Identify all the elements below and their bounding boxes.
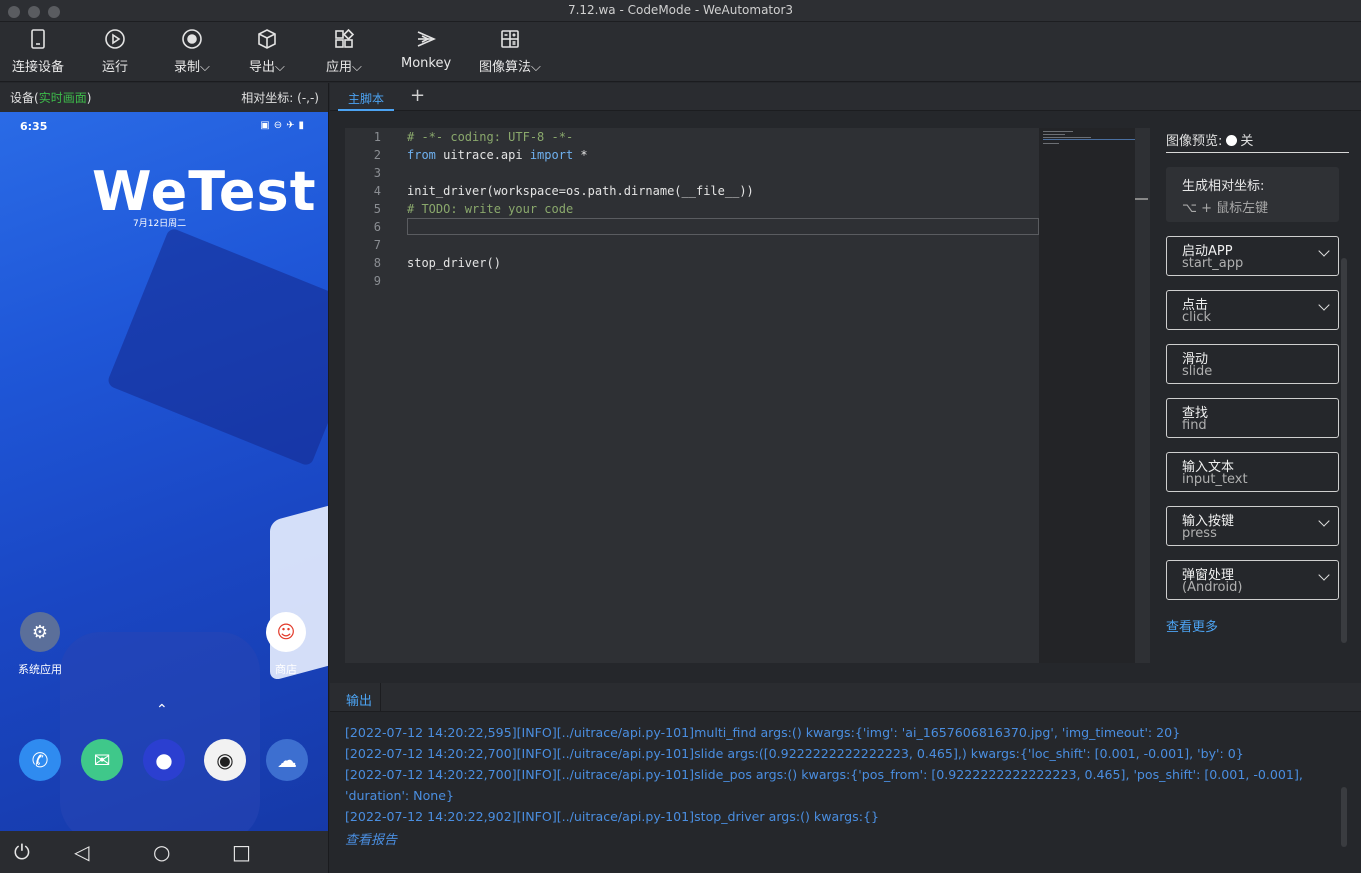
slide-button[interactable]: 滑动 slide <box>1166 344 1339 384</box>
main-toolbar: 连接设备 运行 录制⌵ 导出⌵ 应用⌵ Monkey 图像算法⌵ <box>0 22 1361 82</box>
chevron-down-icon[interactable] <box>1318 245 1330 257</box>
phone-status-time: 6:35 <box>20 120 48 133</box>
monkey-label: Monkey <box>401 56 452 71</box>
apply-label: 应用⌵ <box>326 60 362 75</box>
power-icon[interactable]: ⏻ <box>14 840 30 864</box>
log-line: [2022-07-12 14:20:22,595][INFO][../uitra… <box>345 725 1181 740</box>
popup-handling-button[interactable]: 弹窗处理 (Android) <box>1166 560 1339 600</box>
relative-coord-hint: 生成相对坐标: ⌥ + 鼠标左键 <box>1166 167 1339 222</box>
view-more-link[interactable]: 查看更多 <box>1166 616 1218 635</box>
store-label: 商店 <box>275 663 297 676</box>
device-screen[interactable]: 6:35 ▣⊖✈▮ WeTest 7月12日周二 ⚙ 系统应用 ☺ 商店 ⌃ ✆… <box>0 112 328 831</box>
run-label: 运行 <box>102 60 129 75</box>
back-icon[interactable]: ◁ <box>74 840 89 864</box>
device-icon <box>31 29 45 49</box>
recents-icon[interactable]: □ <box>232 840 251 864</box>
image-algorithm-button[interactable]: 图像算法⌵ <box>479 28 541 78</box>
apply-button[interactable]: 应用⌵ <box>326 28 362 78</box>
chevron-down-icon[interactable] <box>1318 515 1330 527</box>
log-line: 'duration': None} <box>345 788 455 803</box>
wetest-logo: WeTest <box>92 160 317 223</box>
messages-app-icon[interactable]: ✉ <box>81 739 123 781</box>
play-icon <box>105 29 125 49</box>
wallpaper-shape <box>60 632 260 831</box>
record-button[interactable]: 录制⌵ <box>174 28 210 78</box>
image-preview-toggle[interactable]: 图像预览: 关 <box>1166 130 1253 149</box>
editor-scrollbar[interactable] <box>1135 128 1150 663</box>
monkey-button[interactable]: Monkey <box>401 28 451 78</box>
start-app-button[interactable]: 启动APP start_app <box>1166 236 1339 276</box>
connect-device-label: 连接设备 <box>12 60 65 75</box>
code-line: # TODO: write your code <box>407 202 574 216</box>
log-line: [2022-07-12 14:20:22,902][INFO][../uitra… <box>345 809 880 824</box>
code-line: # -*- coding: UTF-8 -*- <box>407 130 574 144</box>
output-tab-bar: 输出 <box>330 683 1361 712</box>
toggle-icon <box>1226 135 1238 146</box>
run-button[interactable]: 运行 <box>102 28 128 78</box>
input-text-button[interactable]: 输入文本 input_text <box>1166 452 1339 492</box>
add-tab-button[interactable]: + <box>410 85 425 106</box>
browser-app-icon[interactable]: ● <box>143 739 185 781</box>
output-scrollbar[interactable] <box>1341 787 1347 847</box>
click-button[interactable]: 点击 click <box>1166 290 1339 330</box>
api-panel: 图像预览: 关 生成相对坐标: ⌥ + 鼠标左键 启动APP start_app 点… <box>1160 112 1361 682</box>
connect-device-button[interactable]: 连接设备 <box>12 28 64 78</box>
code-line: stop_driver() <box>407 256 501 270</box>
image-algorithm-label: 图像算法⌵ <box>479 60 541 75</box>
home-icon[interactable]: ○ <box>153 840 170 864</box>
code-line: from uitrace.api import * <box>407 148 588 162</box>
live-view-label: 实时画面 <box>38 91 87 105</box>
coord-hint-title: 生成相对坐标: <box>1182 179 1265 194</box>
press-button[interactable]: 输入按键 press <box>1166 506 1339 546</box>
phone-date: 7月12日周二 <box>133 219 187 229</box>
tab-output[interactable]: 输出 <box>338 683 382 712</box>
chevron-down-icon[interactable] <box>1318 299 1330 311</box>
log-line: [2022-07-12 14:20:22,700][INFO][../uitra… <box>345 767 1303 782</box>
code-content[interactable]: # -*- coding: UTF-8 -*- from uitrace.api… <box>407 128 1039 290</box>
find-button[interactable]: 查找 find <box>1166 398 1339 438</box>
title-bar: 7.12.wa - CodeMode - WeAutomator3 <box>0 0 1361 22</box>
system-apps-folder-icon[interactable]: ⚙ <box>20 612 60 652</box>
divider <box>1166 152 1349 153</box>
phone-app-icon[interactable]: ✆ <box>19 739 61 781</box>
box-icon <box>258 29 276 49</box>
relative-coords-readout: 相对坐标: (-,-) <box>241 91 319 105</box>
device-panel: 设备(实时画面) 相对坐标: (-,-) 6:35 ▣⊖✈▮ WeTest 7月… <box>0 83 329 873</box>
export-label: 导出⌵ <box>249 60 285 75</box>
monkey-icon <box>417 31 437 47</box>
phone-status-icons: ▣⊖✈▮ <box>260 120 308 131</box>
line-number-gutter: 1 2 3 4 5 6 7 8 9 <box>373 130 381 288</box>
device-nav-bar: ⏻ ◁ ○ □ <box>0 831 328 873</box>
api-panel-scrollbar[interactable] <box>1341 258 1347 643</box>
wallpaper-shape <box>270 502 328 682</box>
tab-main-script[interactable]: 主脚本 <box>338 83 395 111</box>
code-editor[interactable]: 1 2 3 4 5 6 7 8 9 # -*- coding: UTF-8 -*… <box>345 128 1150 663</box>
export-button[interactable]: 导出⌵ <box>249 28 285 78</box>
calculator-icon <box>501 30 519 48</box>
wallpaper-shape <box>106 226 328 468</box>
log-line: [2022-07-12 14:20:22,700][INFO][../uitra… <box>345 746 1244 761</box>
code-minimap[interactable] <box>1039 128 1135 663</box>
device-header: 设备(实时画面) 相对坐标: (-,-) <box>0 83 329 111</box>
device-label: 设备(实时画面) <box>10 91 92 105</box>
store-icon[interactable]: ☺ <box>266 612 306 652</box>
chevron-up-icon[interactable]: ⌃ <box>156 702 168 718</box>
camera-app-icon[interactable]: ◉ <box>204 739 246 781</box>
window-title: 7.12.wa - CodeMode - WeAutomator3 <box>567 3 794 17</box>
apps-icon <box>335 28 355 48</box>
editor-tab-bar: 主脚本 + <box>330 83 1361 111</box>
record-label: 录制⌵ <box>174 60 210 75</box>
record-icon <box>182 29 202 49</box>
weather-app-icon[interactable]: ☁ <box>266 739 308 781</box>
code-line: init_driver(workspace=os.path.dirname(__… <box>407 184 754 198</box>
output-console: [2022-07-12 14:20:22,595][INFO][../uitra… <box>330 712 1361 873</box>
system-apps-label: 系统应用 <box>18 663 62 676</box>
coord-hint-shortcut: ⌥ + 鼠标左键 <box>1182 201 1269 216</box>
view-report-link[interactable]: 查看报告 <box>345 829 397 848</box>
chevron-down-icon[interactable] <box>1318 569 1330 581</box>
